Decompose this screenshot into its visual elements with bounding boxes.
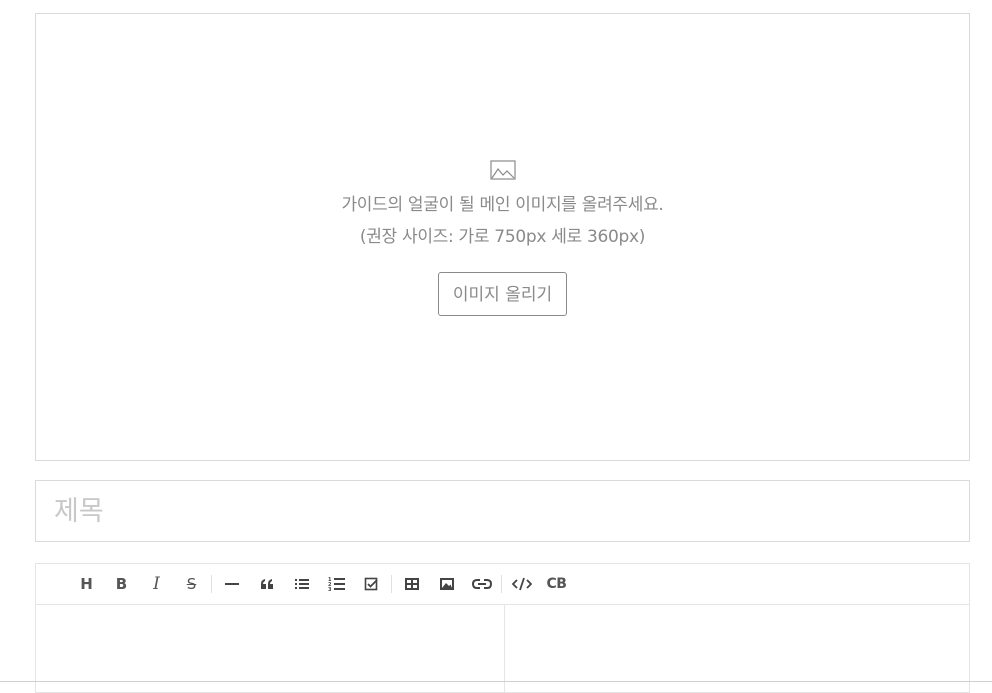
editor-toolbar: H B I S 1 2 3 CB: [36, 564, 969, 605]
italic-icon: I: [153, 574, 160, 594]
recommended-size: (권장 사이즈: 가로 750px 세로 360px): [359, 227, 646, 247]
toolbar-divider: [391, 575, 392, 593]
markdown-pane[interactable]: [36, 605, 505, 692]
horizontal-rule-button[interactable]: [214, 570, 249, 598]
bold-icon: B: [115, 575, 128, 593]
image-icon: [489, 160, 516, 180]
image-button[interactable]: [429, 570, 464, 598]
page-divider: [0, 681, 992, 682]
title-input[interactable]: [35, 480, 970, 542]
table-icon: [404, 578, 419, 590]
codeblock-icon: CB: [546, 576, 567, 592]
strike-button[interactable]: S: [174, 570, 209, 598]
toolbar-divider: [501, 575, 502, 593]
italic-button[interactable]: I: [139, 570, 174, 598]
upload-image-button[interactable]: 이미지 올리기: [437, 272, 568, 316]
bullet-list-icon: [294, 579, 309, 589]
link-button[interactable]: [464, 570, 499, 598]
upload-content: 가이드의 얼굴이 될 메인 이미지를 올려주세요. (권장 사이즈: 가로 75…: [36, 160, 969, 316]
image-icon: [439, 578, 454, 590]
table-button[interactable]: [394, 570, 429, 598]
bullet-list-button[interactable]: [284, 570, 319, 598]
strike-icon: S: [186, 575, 197, 593]
upload-instruction: 가이드의 얼굴이 될 메인 이미지를 올려주세요.: [341, 195, 664, 215]
ordered-list-button[interactable]: 1 2 3: [319, 570, 354, 598]
preview-pane: [505, 605, 969, 692]
quote-icon: [260, 579, 273, 589]
quote-button[interactable]: [249, 570, 284, 598]
task-list-button[interactable]: [354, 570, 389, 598]
heading-icon: H: [80, 575, 93, 593]
code-button[interactable]: [504, 570, 539, 598]
heading-button[interactable]: H: [69, 570, 104, 598]
link-icon: [471, 579, 492, 589]
task-list-icon: [364, 577, 378, 591]
horizontal-rule-icon: [224, 583, 239, 585]
codeblock-button[interactable]: CB: [539, 570, 574, 598]
toolbar-divider: [211, 575, 212, 593]
bold-button[interactable]: B: [104, 570, 139, 598]
svg-text:3: 3: [328, 587, 332, 592]
ordered-list-icon: 1 2 3: [328, 577, 345, 592]
code-icon: [511, 577, 532, 591]
markdown-editor: H B I S 1 2 3 CB: [35, 563, 970, 693]
main-image-upload-area[interactable]: 가이드의 얼굴이 될 메인 이미지를 올려주세요. (권장 사이즈: 가로 75…: [35, 13, 970, 461]
